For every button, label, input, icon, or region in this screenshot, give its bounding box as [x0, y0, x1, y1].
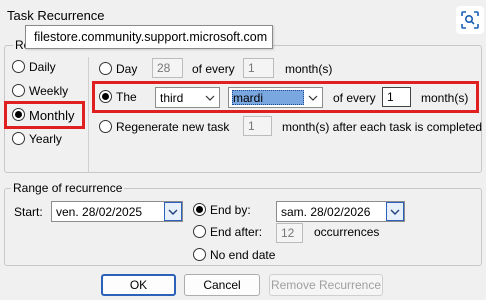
scan-button[interactable]	[456, 6, 484, 34]
monthly-radio[interactable]	[12, 108, 25, 121]
chevron-down-icon	[168, 209, 178, 215]
day-label[interactable]: Day	[116, 62, 137, 76]
weekly-radio[interactable]	[12, 84, 25, 97]
day-months-field[interactable]: 1	[243, 58, 274, 78]
day-months-unit: month(s)	[285, 62, 333, 76]
window-title: Task Recurrence	[7, 8, 105, 23]
regenerate-radio[interactable]	[99, 120, 112, 133]
start-date-dropdown-button[interactable]	[164, 202, 182, 221]
weekday-value: mardi	[233, 91, 264, 105]
chevron-down-icon	[308, 95, 318, 101]
start-label: Start:	[14, 205, 43, 219]
end-by-radio[interactable]	[193, 203, 206, 216]
yearly-radio[interactable]	[12, 132, 25, 145]
the-months-field[interactable]: 1	[382, 87, 411, 107]
end-after-radio[interactable]	[193, 225, 206, 238]
no-end-date-radio[interactable]	[193, 248, 206, 261]
ok-button[interactable]: OK	[101, 274, 176, 296]
the-months-unit: month(s)	[421, 91, 469, 105]
weekly-label[interactable]: Weekly	[29, 84, 68, 98]
regenerate-suffix: month(s) after each task is completed	[282, 120, 483, 134]
end-by-date-select[interactable]: sam. 28/02/2026	[276, 201, 405, 222]
ordinal-select[interactable]: third	[155, 87, 220, 108]
chevron-down-icon	[205, 95, 215, 101]
the-every-label: of every	[333, 91, 376, 105]
occurrences-field[interactable]: 12	[276, 223, 303, 243]
scan-text-icon	[461, 11, 479, 29]
range-legend: Range of recurrence	[11, 181, 125, 195]
regenerate-months-field[interactable]: 1	[243, 116, 272, 136]
occurrences-label: occurrences	[314, 225, 380, 239]
end-after-label[interactable]: End after:	[210, 225, 262, 239]
daily-label[interactable]: Daily	[29, 60, 56, 74]
start-date-select[interactable]: ven. 28/02/2025	[51, 201, 183, 222]
weekday-select[interactable]: mardi	[228, 87, 323, 108]
chevron-down-icon	[390, 209, 400, 215]
ordinal-value: third	[160, 91, 184, 105]
weekday-dropdown-button[interactable]	[304, 88, 322, 107]
daily-radio[interactable]	[12, 60, 25, 73]
yearly-label[interactable]: Yearly	[29, 132, 62, 146]
monthly-label[interactable]: Monthly	[29, 108, 75, 123]
the-radio[interactable]	[99, 90, 112, 103]
ordinal-dropdown-button[interactable]	[201, 88, 219, 107]
day-of-month-field[interactable]: 28	[152, 58, 183, 78]
the-label[interactable]: The	[116, 90, 137, 104]
end-by-dropdown-button[interactable]	[386, 202, 404, 221]
end-by-date-value: sam. 28/02/2026	[281, 205, 371, 219]
pattern-separator	[88, 57, 89, 173]
cancel-button[interactable]: Cancel	[184, 274, 260, 296]
url-tooltip: filestore.community.support.microsoft.co…	[25, 25, 273, 49]
day-every-label: of every	[192, 62, 235, 76]
no-end-date-label[interactable]: No end date	[210, 248, 275, 262]
remove-recurrence-button[interactable]: Remove Recurrence	[269, 274, 383, 296]
regenerate-label[interactable]: Regenerate new task	[116, 120, 229, 134]
start-date-value: ven. 28/02/2025	[56, 205, 143, 219]
day-radio[interactable]	[99, 62, 112, 75]
end-by-label[interactable]: End by:	[210, 203, 251, 217]
